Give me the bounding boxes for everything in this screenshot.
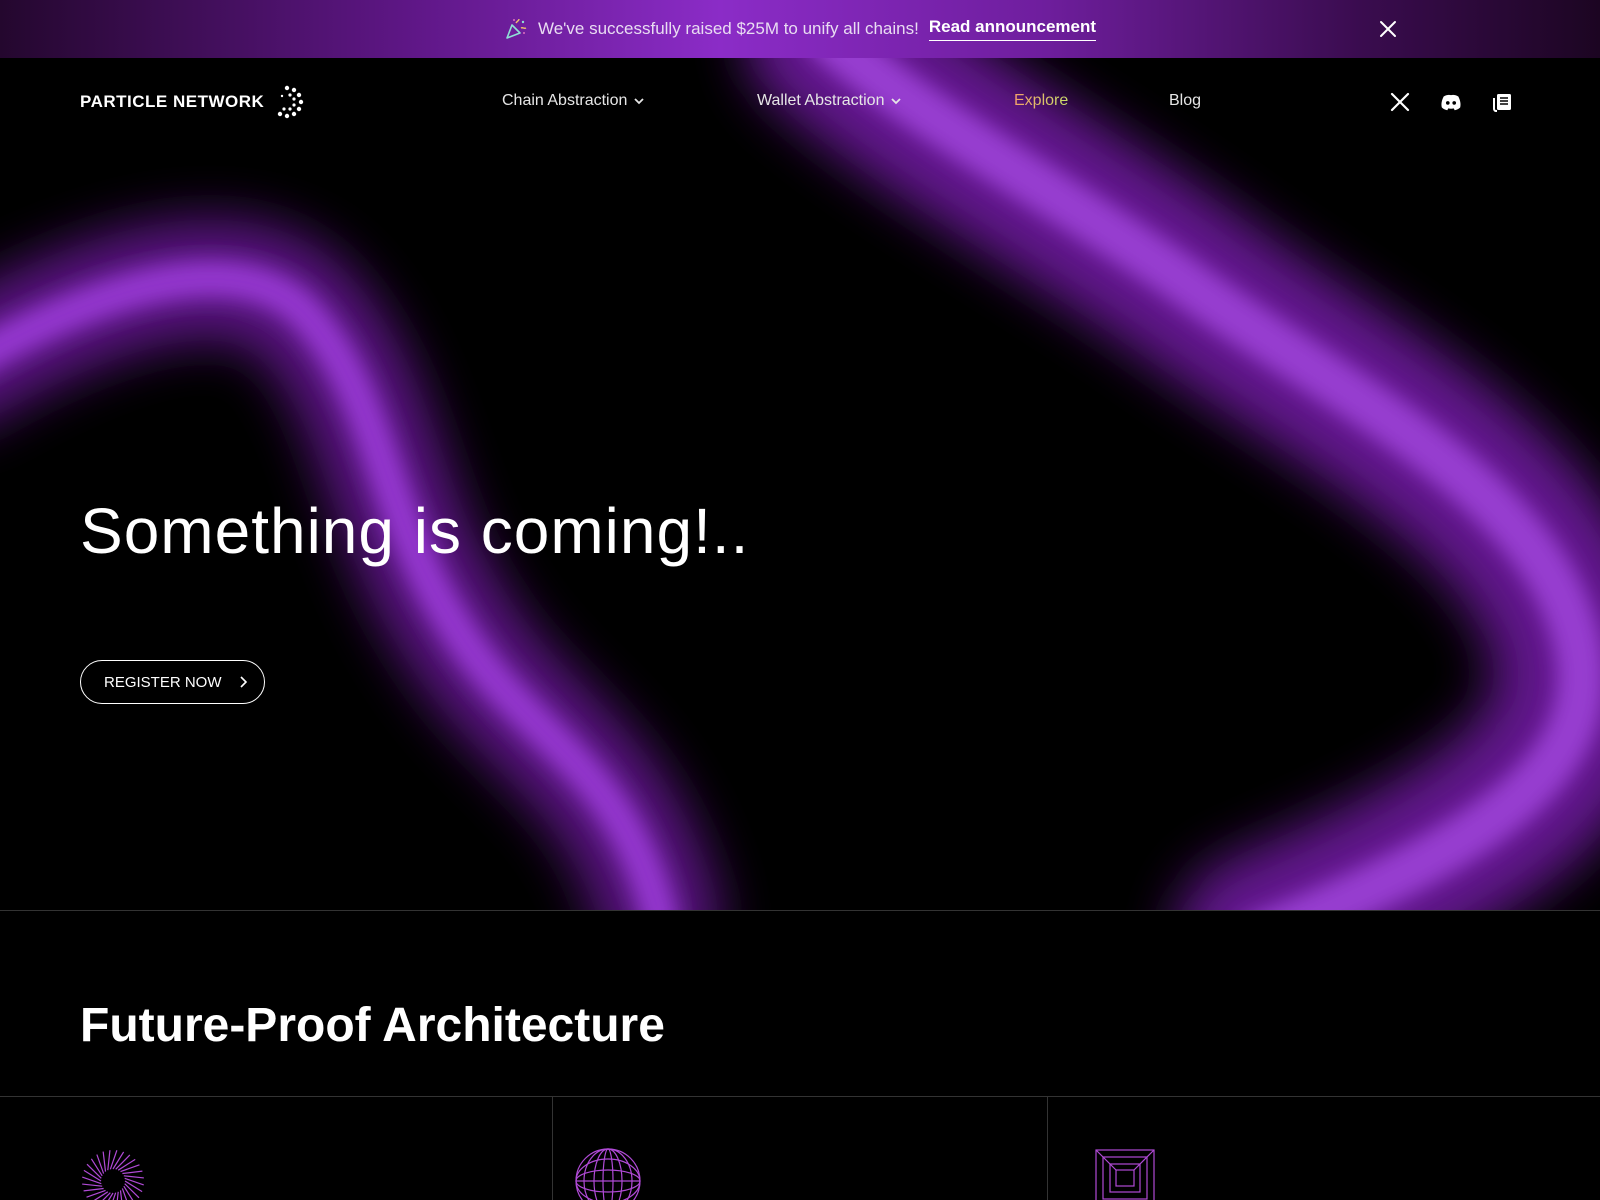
features-divider <box>0 1096 1600 1097</box>
column-divider <box>1047 1097 1048 1200</box>
radial-lines-icon <box>82 1150 144 1200</box>
logo-text: PARTICLE NETWORK <box>80 92 265 111</box>
close-icon[interactable] <box>1378 19 1398 39</box>
hero-divider <box>0 910 1600 911</box>
party-popper-icon <box>506 18 527 39</box>
chevron-down-icon <box>634 98 645 105</box>
particle-logo-icon <box>278 85 304 119</box>
read-announcement-link[interactable]: Read announcement <box>928 17 1097 41</box>
site-header: PARTICLE NETWORK Chain Abstraction Walle… <box>0 58 1600 148</box>
wireframe-globe-icon <box>575 1148 641 1200</box>
nav-label: Chain Abstraction <box>502 92 628 109</box>
banner-message: We've successfully raised $25M to unify … <box>537 19 919 38</box>
section-title: Future-Proof Architecture <box>80 999 665 1052</box>
purple-glow-waves <box>0 58 1600 910</box>
chevron-down-icon <box>891 98 902 105</box>
chevron-right-icon <box>239 676 247 688</box>
hero-background <box>0 58 1600 910</box>
discord-icon[interactable] <box>1440 91 1462 113</box>
logo[interactable]: PARTICLE NETWORK <box>80 85 304 119</box>
nested-squares-icon <box>1095 1149 1155 1200</box>
announcement-banner: We've successfully raised $25M to unify … <box>0 0 1600 58</box>
nav-blog[interactable]: Blog <box>1169 92 1201 110</box>
register-now-button[interactable]: REGISTER NOW <box>80 660 265 704</box>
column-divider <box>552 1097 553 1200</box>
x-twitter-icon[interactable] <box>1389 91 1411 113</box>
docs-icon[interactable] <box>1492 91 1514 113</box>
page: We've successfully raised $25M to unify … <box>0 0 1600 1200</box>
hero-title: Something is coming!.. <box>80 495 750 567</box>
nav-wallet-abstraction[interactable]: Wallet Abstraction <box>757 92 902 110</box>
nav-chain-abstraction[interactable]: Chain Abstraction <box>502 92 645 110</box>
nav-explore[interactable]: Explore <box>1014 92 1068 110</box>
nav-label: Wallet Abstraction <box>757 92 885 109</box>
register-now-label: REGISTER NOW <box>104 673 222 691</box>
